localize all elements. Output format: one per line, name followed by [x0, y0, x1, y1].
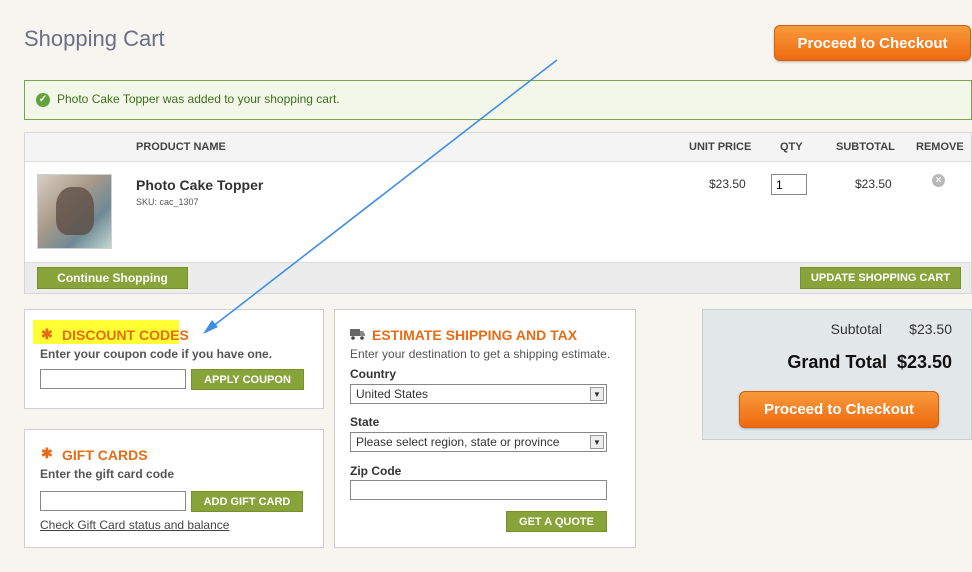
gift-card-code-input[interactable]: [40, 491, 186, 511]
apply-coupon-button[interactable]: APPLY COUPON: [191, 369, 304, 390]
check-icon: ✓: [36, 93, 50, 107]
chevron-down-icon: ▼: [590, 435, 604, 449]
country-label: Country: [350, 367, 396, 381]
header-qty: QTY: [780, 141, 803, 153]
qty-input[interactable]: [771, 174, 807, 195]
header-remove: REMOVE: [916, 141, 964, 153]
country-select[interactable]: United States ▼: [350, 384, 607, 404]
state-select-value: Please select region, state or province: [356, 435, 560, 449]
gift-cards-title: GIFT CARDS: [62, 447, 148, 463]
proceed-to-checkout-button-top[interactable]: Proceed to Checkout: [774, 25, 971, 61]
cart-table: PRODUCT NAME UNIT PRICE QTY SUBTOTAL REM…: [24, 132, 972, 294]
header-subtotal: SUBTOTAL: [836, 141, 895, 153]
chevron-down-icon: ▼: [590, 387, 604, 401]
add-gift-card-button[interactable]: ADD GIFT CARD: [191, 491, 303, 512]
product-image[interactable]: [37, 174, 112, 249]
zip-label: Zip Code: [350, 464, 402, 478]
discount-codes-title: DISCOUNT CODES: [62, 327, 189, 343]
product-sku: SKU: cac_1307: [136, 197, 199, 207]
estimate-shipping-box: ESTIMATE SHIPPING AND TAX Enter your des…: [334, 309, 636, 548]
grand-total-label: Grand Total: [787, 352, 887, 372]
cart-table-header: PRODUCT NAME UNIT PRICE QTY SUBTOTAL REM…: [25, 133, 971, 162]
state-select[interactable]: Please select region, state or province …: [350, 432, 607, 452]
estimate-shipping-subtitle: Enter your destination to get a shipping…: [350, 347, 611, 361]
state-label: State: [350, 415, 380, 429]
estimate-shipping-title: ESTIMATE SHIPPING AND TAX: [372, 327, 578, 343]
header-unit-price: UNIT PRICE: [689, 141, 752, 153]
truck-icon: [350, 329, 365, 340]
update-cart-button[interactable]: UPDATE SHOPPING CART: [800, 267, 961, 289]
success-message-text: Photo Cake Topper was added to your shop…: [57, 92, 340, 106]
asterisk-icon: ✱: [41, 326, 53, 342]
grand-total-value: $23.50: [896, 352, 952, 372]
success-message: ✓ Photo Cake Topper was added to your sh…: [24, 80, 972, 120]
product-name-link[interactable]: Photo Cake Topper: [136, 177, 263, 193]
header-product-name: PRODUCT NAME: [136, 141, 226, 153]
discount-codes-subtitle: Enter your coupon code if you have one.: [40, 347, 273, 361]
cart-actions: Continue Shopping UPDATE SHOPPING CART: [25, 262, 971, 293]
remove-icon[interactable]: ×: [932, 174, 945, 187]
proceed-to-checkout-button[interactable]: Proceed to Checkout: [739, 391, 939, 428]
page-title: Shopping Cart: [24, 26, 165, 51]
zip-code-input[interactable]: [350, 480, 607, 500]
get-a-quote-button[interactable]: GET A QUOTE: [506, 511, 607, 532]
country-select-value: United States: [356, 387, 429, 401]
coupon-code-input[interactable]: [40, 369, 186, 389]
gift-cards-box: ✱ GIFT CARDS Enter the gift card code AD…: [24, 429, 324, 548]
subtotal-value: $23.50: [909, 321, 952, 337]
subtotal-label: Subtotal: [830, 321, 882, 337]
totals-box: Subtotal $23.50 Grand Total $23.50 Proce…: [702, 309, 972, 440]
asterisk-icon: ✱: [41, 445, 53, 461]
check-gift-card-link[interactable]: Check Gift Card status and balance: [40, 518, 229, 532]
discount-codes-box: ✱ DISCOUNT CODES Enter your coupon code …: [24, 309, 324, 409]
unit-price: $23.50: [709, 177, 746, 191]
item-subtotal: $23.50: [855, 177, 892, 191]
gift-cards-subtitle: Enter the gift card code: [40, 467, 175, 481]
continue-shopping-button[interactable]: Continue Shopping: [37, 267, 188, 289]
